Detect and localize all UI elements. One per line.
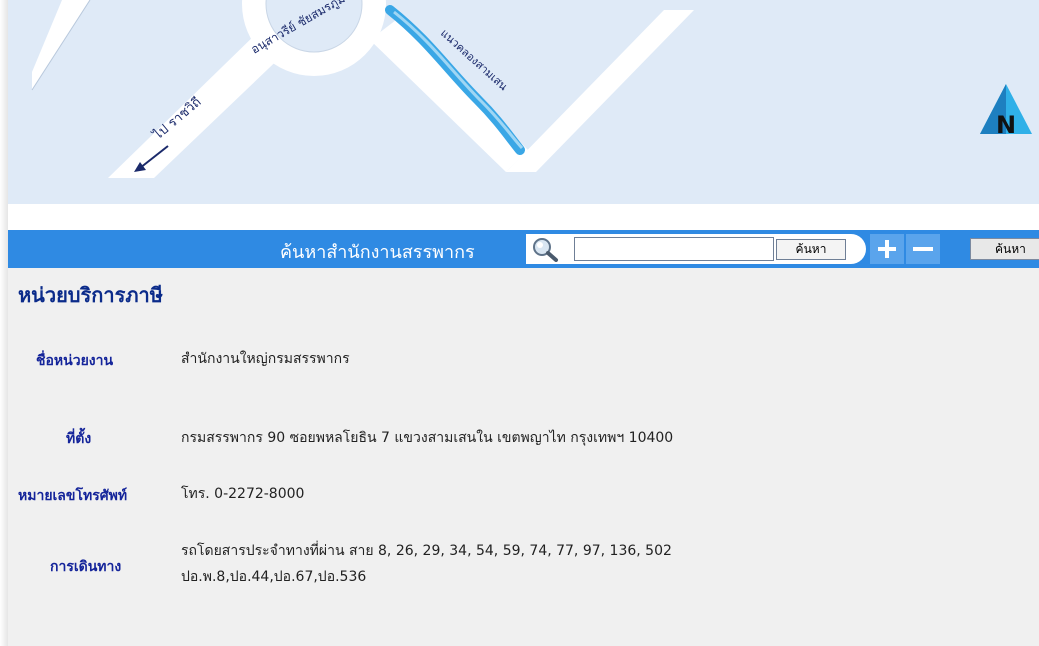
search-button[interactable]: ค้นหา — [776, 239, 846, 260]
phone-label: หมายเลขโทรศัพท์ — [18, 488, 128, 504]
travel-label: การเดินทาง — [50, 559, 122, 575]
north-indicator: N — [980, 84, 1039, 136]
map-area[interactable]: ไป ราชวิถี อนุสาวรีย์ ชัยสมรภูมิ แนวคลอง… — [8, 0, 1039, 204]
zoom-in-icon[interactable] — [870, 234, 904, 264]
map-graphic: ไป ราชวิถี อนุสาวรีย์ ชัยสมรภูมิ แนวคลอง… — [31, 0, 694, 178]
magnifier-icon — [533, 238, 558, 262]
search-title: ค้นหาสำนักงานสรรพากร — [280, 242, 475, 263]
page-title: หน่วยบริการภาษี — [18, 283, 163, 307]
phone-value: โทร. 0-2272-8000 — [181, 486, 305, 502]
name-label: ชื่อหน่วยงาน — [36, 353, 114, 369]
north-arrow-icon: N — [980, 84, 1032, 136]
content-frame: ไป ราชวิถี อนุสาวรีย์ ชัยสมรภูมิ แนวคลอง… — [8, 0, 1039, 646]
zoom-controls — [870, 234, 942, 264]
search-input[interactable] — [574, 237, 774, 261]
travel-value-line1: รถโดยสารประจำทางที่ผ่าน สาย 8, 26, 29, 3… — [181, 543, 672, 559]
north-label: N — [996, 111, 1016, 136]
name-value: สำนักงานใหญ่กรมสรรพากร — [181, 351, 350, 367]
map-spacer — [8, 204, 1039, 230]
search-unit-button[interactable]: ค้นหา — [970, 238, 1039, 260]
travel-value-line2: ปอ.พ.8,ปอ.44,ปอ.67,ปอ.536 — [181, 569, 367, 585]
search-toolbar: ค้นหาสำนักงานสรรพากร ค้นหา ค้นหา — [8, 230, 1039, 268]
zoom-out-icon[interactable] — [906, 234, 940, 264]
location-label: ที่ตั้ง — [66, 431, 92, 447]
search-pill: ค้นหา — [526, 234, 866, 264]
map-road-upper-right — [506, 10, 694, 172]
page-shadow — [0, 0, 8, 646]
location-value: กรมสรรพากร 90 ซอยพหลโยธิน 7 แขวงสามเสนใน… — [181, 430, 674, 446]
